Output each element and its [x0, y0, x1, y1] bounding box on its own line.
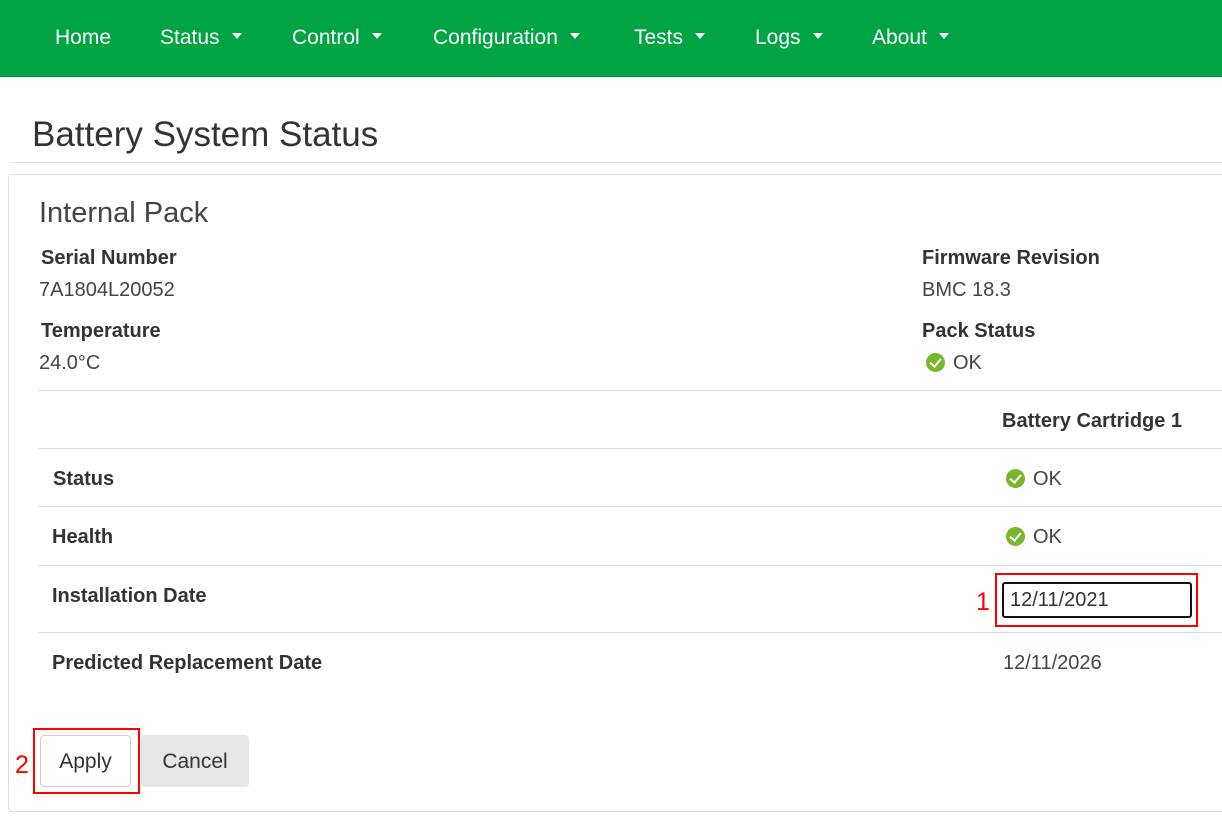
check-circle-icon — [1006, 527, 1025, 547]
section-title: Internal Pack — [39, 197, 209, 229]
row-label-predicted-replacement-date: Predicted Replacement Date — [52, 652, 323, 674]
nav-about-menu[interactable]: About — [872, 24, 949, 52]
installation-date-input[interactable] — [1002, 582, 1192, 618]
battery-cartridge-column-header: Battery Cartridge 1 — [1002, 410, 1183, 432]
pack-status-label: Pack Status — [922, 320, 1036, 342]
title-divider — [10, 162, 1222, 163]
caret-down-icon — [231, 33, 242, 40]
pack-status-value: OK — [926, 351, 982, 375]
temperature-value: 24.0°C — [39, 352, 101, 374]
row-label-health: Health — [52, 526, 114, 548]
caret-down-icon — [371, 33, 382, 40]
serial-number-label: Serial Number — [41, 247, 177, 269]
firmware-revision-value: BMC 18.3 — [922, 279, 1011, 301]
cancel-button[interactable]: Cancel — [141, 735, 249, 787]
check-circle-icon — [1006, 469, 1025, 489]
temperature-label: Temperature — [41, 320, 161, 342]
page-title: Battery System Status — [32, 115, 379, 154]
row-label-installation-date: Installation Date — [52, 585, 207, 607]
table-row-divider — [38, 632, 1222, 633]
top-navbar: Home Status Control Configuration Tests … — [0, 0, 1222, 77]
table-row-divider — [38, 448, 1222, 449]
caret-down-icon — [938, 33, 949, 40]
nav-tests-menu[interactable]: Tests — [634, 24, 706, 52]
row-value-health: OK — [1006, 525, 1062, 549]
row-value-predicted-replacement-date: 12/11/2026 — [1003, 652, 1102, 674]
caret-down-icon — [695, 33, 706, 40]
nav-logs-menu[interactable]: Logs — [755, 24, 823, 52]
row-value-status: OK — [1006, 467, 1062, 491]
firmware-revision-label: Firmware Revision — [922, 247, 1100, 269]
table-row-divider — [38, 565, 1222, 566]
annotation-number-1: 1 — [976, 588, 990, 616]
nav-home[interactable]: Home — [55, 24, 111, 52]
serial-number-value: 7A1804L20052 — [39, 279, 175, 301]
check-circle-icon — [926, 353, 945, 373]
annotation-number-2: 2 — [15, 751, 29, 779]
row-label-status: Status — [53, 468, 115, 490]
apply-button[interactable]: Apply — [40, 735, 131, 787]
nav-status-menu[interactable]: Status — [160, 24, 242, 52]
nav-control-menu[interactable]: Control — [292, 24, 382, 52]
nav-configuration-menu[interactable]: Configuration — [433, 24, 580, 52]
caret-down-icon — [812, 33, 823, 40]
caret-down-icon — [569, 33, 580, 40]
table-row-divider — [38, 506, 1222, 507]
table-top-divider — [38, 390, 1222, 391]
